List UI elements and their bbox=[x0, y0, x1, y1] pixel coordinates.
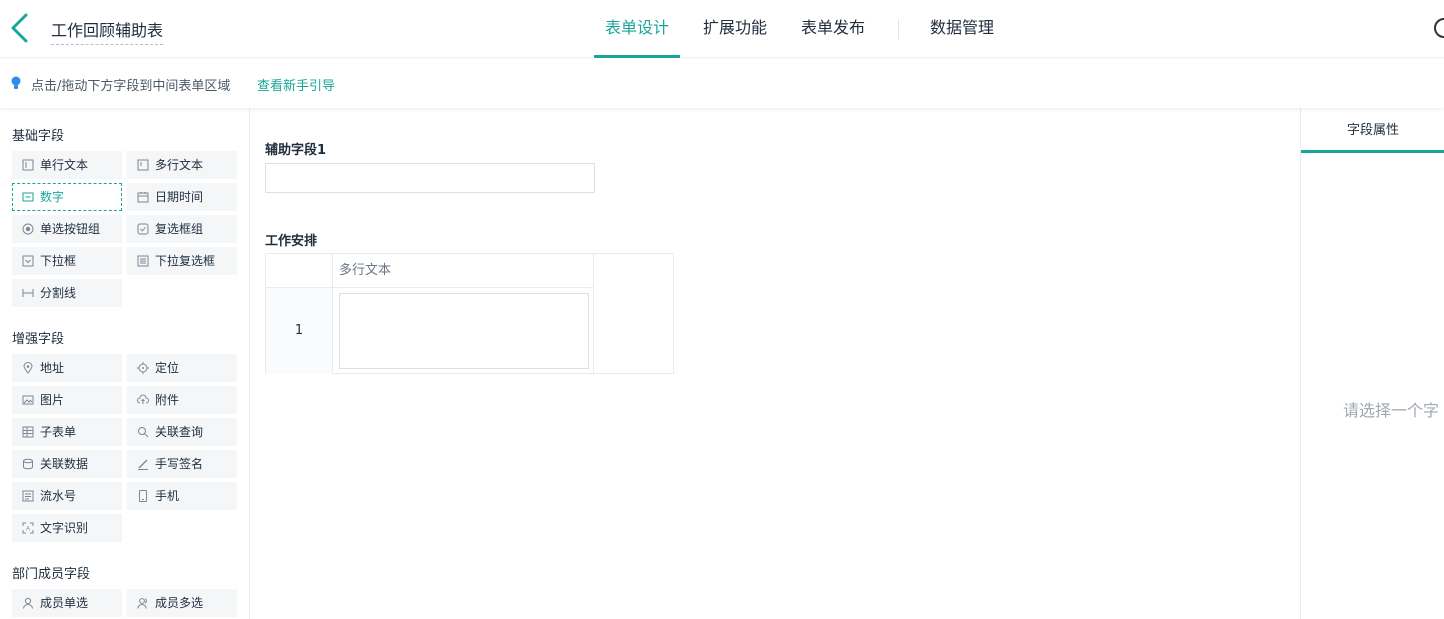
tab-publish[interactable]: 表单发布 bbox=[790, 0, 876, 58]
field-attachment[interactable]: 附件 bbox=[127, 386, 237, 414]
header-tabs: 表单设计 扩展功能 表单发布 数据管理 bbox=[594, 0, 1017, 58]
pen-icon bbox=[138, 459, 148, 470]
text-icon bbox=[22, 159, 34, 171]
subform-label[interactable]: 工作安排 bbox=[265, 230, 317, 249]
index-header bbox=[266, 254, 333, 288]
image-icon bbox=[22, 395, 34, 405]
users-icon bbox=[137, 598, 147, 609]
number-icon bbox=[22, 192, 34, 202]
field-ocr[interactable]: A 文字识别 bbox=[12, 514, 122, 542]
guide-link[interactable]: 查看新手引导 bbox=[257, 75, 335, 94]
table-cell bbox=[333, 288, 594, 374]
field-single-line-text[interactable]: 单行文本 bbox=[12, 151, 122, 179]
phone-icon bbox=[139, 490, 147, 502]
field-member-single[interactable]: 成员单选 bbox=[12, 589, 122, 617]
field-serial-number[interactable]: 流水号 bbox=[12, 482, 122, 510]
field-radio-group[interactable]: 单选按钮组 bbox=[12, 215, 122, 243]
field-signature[interactable]: 手写签名 bbox=[127, 450, 237, 478]
top-bar: 工作回顾辅助表 表单设计 扩展功能 表单发布 数据管理 bbox=[0, 0, 1444, 58]
serial-icon bbox=[22, 490, 34, 502]
empty-hint: 请选择一个字 bbox=[1343, 401, 1440, 420]
number-input[interactable] bbox=[265, 163, 595, 193]
field-multi-dropdown[interactable]: 下拉复选框 bbox=[127, 247, 237, 275]
group-title-members: 部门成员字段 bbox=[12, 567, 91, 582]
tab-data-management[interactable]: 数据管理 bbox=[919, 0, 1005, 58]
form-canvas: 辅助字段1 工作安排 多行文本 1 bbox=[251, 108, 1300, 619]
back-icon[interactable] bbox=[8, 12, 32, 44]
properties-panel: 字段属性 请选择一个字 bbox=[1300, 108, 1444, 619]
svg-text:A: A bbox=[26, 527, 30, 533]
help-icon[interactable] bbox=[1434, 18, 1444, 38]
map-pin-icon bbox=[23, 362, 33, 374]
field-divider[interactable]: 分割线 bbox=[12, 279, 122, 307]
tab-extensions[interactable]: 扩展功能 bbox=[692, 0, 778, 58]
textarea-icon bbox=[137, 159, 149, 171]
lightbulb-icon bbox=[11, 76, 21, 89]
database-link-icon bbox=[23, 458, 33, 470]
dropdown-icon bbox=[22, 255, 34, 267]
subform-table[interactable]: 多行文本 1 bbox=[265, 253, 674, 374]
field-linked-data[interactable]: 关联数据 bbox=[12, 450, 122, 478]
tab-form-design[interactable]: 表单设计 bbox=[594, 0, 681, 58]
crosshair-icon bbox=[137, 362, 149, 374]
upload-cloud-icon bbox=[137, 394, 149, 404]
row-index: 1 bbox=[266, 288, 333, 374]
checkbox-icon bbox=[137, 223, 149, 235]
tip-bar: 点击/拖动下方字段到中间表单区域 查看新手引导 bbox=[0, 59, 1444, 108]
field-multi-line-text[interactable]: 多行文本 bbox=[127, 151, 237, 179]
field-label[interactable]: 辅助字段1 bbox=[265, 139, 326, 158]
field-checkbox-group[interactable]: 复选框组 bbox=[127, 215, 237, 243]
user-icon bbox=[23, 597, 33, 609]
radio-icon bbox=[22, 223, 34, 235]
group-title-basic: 基础字段 bbox=[12, 129, 65, 144]
tab-field-properties[interactable]: 字段属性 bbox=[1301, 108, 1444, 153]
field-location[interactable]: 定位 bbox=[127, 354, 237, 382]
list-icon bbox=[137, 255, 149, 267]
field-number[interactable]: 数字 bbox=[12, 183, 122, 211]
table-icon bbox=[22, 426, 34, 438]
field-dropdown[interactable]: 下拉框 bbox=[12, 247, 122, 275]
group-title-advanced: 增强字段 bbox=[12, 332, 65, 347]
field-palette: 基础字段 单行文本 多行文本 数字 日期时间 单选按钮组 复选框组 下拉框 下拉… bbox=[0, 108, 250, 619]
field-datetime[interactable]: 日期时间 bbox=[127, 183, 237, 211]
field-phone[interactable]: 手机 bbox=[127, 482, 237, 510]
field-address[interactable]: 地址 bbox=[12, 354, 122, 382]
textarea-field[interactable] bbox=[339, 293, 589, 369]
divider-icon bbox=[22, 289, 34, 297]
search-link-icon bbox=[138, 427, 149, 438]
field-subform[interactable]: 子表单 bbox=[12, 418, 122, 446]
field-linked-query[interactable]: 关联查询 bbox=[127, 418, 237, 446]
field-image[interactable]: 图片 bbox=[12, 386, 122, 414]
scan-text-icon: A bbox=[22, 522, 34, 534]
column-header[interactable]: 多行文本 bbox=[333, 254, 594, 288]
field-member-multi[interactable]: 成员多选 bbox=[127, 589, 237, 617]
tip-text: 点击/拖动下方字段到中间表单区域 bbox=[31, 79, 231, 94]
form-title[interactable]: 工作回顾辅助表 bbox=[51, 17, 164, 45]
tab-divider bbox=[898, 19, 900, 39]
calendar-icon bbox=[137, 192, 149, 203]
